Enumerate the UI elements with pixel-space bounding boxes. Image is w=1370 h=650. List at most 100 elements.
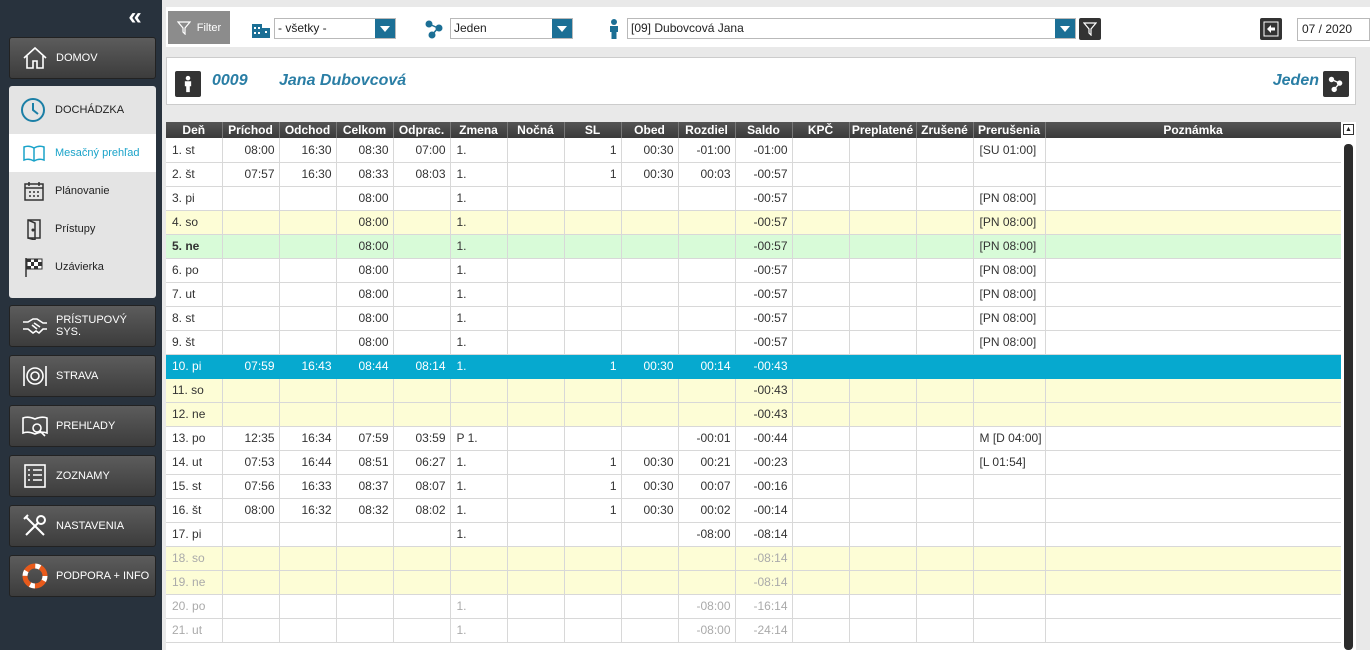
table-row[interactable]: 20. po 1. -08:00 -16:14 xyxy=(166,594,1341,619)
table-row[interactable]: 5. ne 08:00 1. -00:57 [PN 08:00] xyxy=(166,234,1341,259)
door-icon xyxy=(27,219,41,240)
column-header[interactable]: Odchod xyxy=(279,122,337,138)
table-row[interactable]: 6. po 08:00 1. -00:57 [PN 08:00] xyxy=(166,258,1341,283)
previous-period-button[interactable] xyxy=(1260,18,1282,40)
chevron-down-icon[interactable] xyxy=(375,19,395,38)
table-cell xyxy=(849,282,917,307)
table-row[interactable]: 10. pi 07:59 16:43 08:44 08:14 1. 1 00:30 00:14-… xyxy=(166,354,1341,379)
column-header[interactable]: Zmena xyxy=(450,122,508,138)
table-cell xyxy=(564,570,622,595)
period-input[interactable]: 07 / 2020 xyxy=(1297,18,1370,41)
nav-label: DOMOV xyxy=(56,52,98,64)
nav-podpora-button[interactable]: PODPORA + INFO xyxy=(9,555,156,597)
funnel-icon xyxy=(1083,22,1097,36)
sidebar-item-planovanie[interactable]: Plánovanie xyxy=(9,172,156,210)
table-row[interactable]: 14. ut 07:53 16:44 08:51 06:27 1. 1 00:30 00:21-… xyxy=(166,450,1341,475)
column-header[interactable]: Deň xyxy=(166,122,223,138)
table-row[interactable]: 21. ut 1. -08:00 -24:14 xyxy=(166,618,1341,643)
table-row[interactable]: 4. so 08:00 1. -00:57 [PN 08:00] xyxy=(166,210,1341,235)
table-cell xyxy=(849,402,917,427)
table-cell: 00:02 xyxy=(678,498,736,523)
table-cell xyxy=(916,498,974,523)
column-header[interactable]: Poznámka xyxy=(1045,122,1341,138)
nav-domov-button[interactable]: DOMOV xyxy=(9,37,156,79)
department-select[interactable]: - všetky - xyxy=(274,18,396,39)
table-row[interactable]: 18. so -08:14 xyxy=(166,546,1341,571)
chevron-down-icon[interactable] xyxy=(552,19,572,38)
table-scrollbar[interactable]: ▲ xyxy=(1341,122,1356,650)
table-cell: 07:53 xyxy=(222,450,280,475)
nav-zoznamy-button[interactable]: ZOZNAMY xyxy=(9,455,156,497)
table-cell xyxy=(1045,330,1341,355)
table-cell: 08:00 xyxy=(336,330,394,355)
table-cell: 1. xyxy=(450,618,508,643)
column-header[interactable]: Obed xyxy=(621,122,679,138)
table-cell xyxy=(792,186,850,211)
sidebar-item-mesacny-prehlad[interactable]: Mesačný prehľad xyxy=(9,134,156,172)
table-cell xyxy=(564,618,622,643)
scroll-thumb[interactable] xyxy=(1344,144,1353,650)
sidebar-item-pristupy[interactable]: Prístupy xyxy=(9,210,156,248)
nav-dochadzka-button[interactable]: DOCHÁDZKA xyxy=(9,86,156,134)
table-cell: 08:51 xyxy=(336,450,394,475)
table-row[interactable]: 16. št 08:00 16:32 08:32 08:02 1. 1 00:30 00:02-… xyxy=(166,498,1341,523)
shift-select[interactable]: Jeden xyxy=(450,18,573,39)
table-cell xyxy=(507,258,565,283)
table-row[interactable]: 19. ne -08:14 xyxy=(166,570,1341,595)
column-header[interactable]: Rozdiel xyxy=(678,122,736,138)
table-row[interactable]: 2. št 07:57 16:30 08:33 08:03 1. 1 00:30 00:03 -0… xyxy=(166,162,1341,187)
table-row[interactable]: 15. st 07:56 16:33 08:37 08:07 1. 1 00:30 00:07-… xyxy=(166,474,1341,499)
table-cell xyxy=(849,426,917,451)
table-cell: [PN 08:00] xyxy=(973,186,1046,211)
table-cell xyxy=(849,546,917,571)
table-row[interactable]: 8. st 08:00 1. -00:57 [PN 08:00] xyxy=(166,306,1341,331)
column-header[interactable]: Príchod xyxy=(222,122,280,138)
table-row[interactable]: 3. pi 08:00 1. -00:57 [PN 08:00] xyxy=(166,186,1341,211)
table-row[interactable]: 11. so -00:43 xyxy=(166,378,1341,403)
column-header[interactable]: Nočná xyxy=(507,122,565,138)
scroll-up-icon[interactable]: ▲ xyxy=(1343,124,1354,135)
table-cell xyxy=(222,402,280,427)
table-row[interactable]: 17. pi 1. -08:00 -08:14 xyxy=(166,522,1341,547)
table-cell: 4. so xyxy=(166,210,223,235)
table-row[interactable]: 12. ne -00:43 xyxy=(166,402,1341,427)
column-header[interactable]: Celkom xyxy=(336,122,394,138)
table-cell xyxy=(564,330,622,355)
table-cell: 3. pi xyxy=(166,186,223,211)
column-header[interactable]: Prerušenia xyxy=(973,122,1046,138)
table-cell xyxy=(678,330,736,355)
employee-select[interactable]: [09] Dubovcová Jana xyxy=(627,18,1076,39)
table-cell xyxy=(336,546,394,571)
table-cell: [PN 08:00] xyxy=(973,306,1046,331)
column-header[interactable]: Preplatené xyxy=(849,122,917,138)
column-header[interactable]: SL xyxy=(564,122,622,138)
table-cell xyxy=(916,426,974,451)
filter-button[interactable]: Filter xyxy=(168,11,230,44)
table-row[interactable]: 13. po 12:35 16:34 07:59 03:59 P 1. -00:01 -00:… xyxy=(166,426,1341,451)
employee-code: 0009 xyxy=(212,72,248,89)
table-cell: 07:00 xyxy=(393,138,451,163)
nav-strava-button[interactable]: STRAVA xyxy=(9,355,156,397)
table-row[interactable]: 7. ut 08:00 1. -00:57 [PN 08:00] xyxy=(166,282,1341,307)
tools-icon xyxy=(20,511,50,541)
table-row[interactable]: 1. st 08:00 16:30 08:30 07:00 1. 1 00:30 -01:00-… xyxy=(166,138,1341,163)
column-header[interactable]: Odprac. xyxy=(393,122,451,138)
nav-pristupovy-button[interactable]: PRÍSTUPOVÝ SYS. xyxy=(9,305,156,347)
sidebar-item-uzavierka[interactable]: Uzávierka xyxy=(9,248,156,286)
chevron-down-icon[interactable] xyxy=(1055,19,1075,38)
column-header[interactable]: KPČ xyxy=(792,122,850,138)
employee-filter-button[interactable] xyxy=(1079,18,1101,40)
column-header[interactable]: Saldo xyxy=(735,122,793,138)
table-row[interactable]: 9. št 08:00 1. -00:57 [PN 08:00] xyxy=(166,330,1341,355)
collapse-sidebar-icon[interactable]: « xyxy=(124,5,146,29)
table-cell xyxy=(507,378,565,403)
table-cell xyxy=(1045,210,1341,235)
table-cell xyxy=(792,234,850,259)
table-cell xyxy=(792,618,850,643)
table-cell: 08:00 xyxy=(336,210,394,235)
table-cell xyxy=(678,210,736,235)
nav-nastavenia-button[interactable]: NASTAVENIA xyxy=(9,505,156,547)
column-header[interactable]: Zrušené xyxy=(916,122,974,138)
nav-prehlady-button[interactable]: PREHĽADY xyxy=(9,405,156,447)
table-cell: 08:00 xyxy=(336,306,394,331)
